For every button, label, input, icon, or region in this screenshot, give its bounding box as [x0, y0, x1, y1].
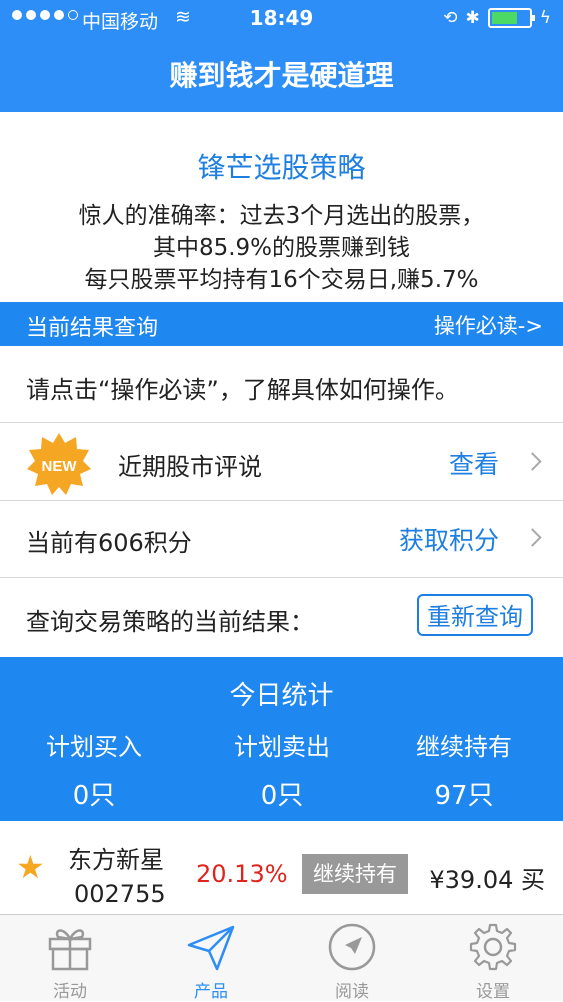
plan-sell-value: 0只 [260, 781, 304, 811]
query-bar-title: 当前结果查询 [26, 316, 159, 341]
profit-ratio-line: 其中85.9%的股票赚到钱 [152, 235, 411, 261]
navigation-bar: 赚到钱才是硬道理 [0, 36, 563, 112]
points-balance: 当前有606积分 [26, 529, 192, 557]
stats-title: 今日统计 [229, 681, 334, 711]
star-icon[interactable]: ★ [16, 848, 45, 886]
stock-price: ¥39.04 买 [429, 866, 545, 894]
strategy-query-label: 查询交易策略的当前结果： [26, 608, 314, 636]
market-comment-label: 近期股市评说 [118, 453, 262, 481]
average-hold-line: 每只股票平均持有16个交易日,赚5.7% [84, 267, 479, 293]
new-badge-icon: NEW [27, 433, 91, 495]
stock-row[interactable]: ★ 东方新星 002755 20.13% 继续持有 ¥39.04 买 [0, 822, 563, 915]
strategy-query-row: 查询交易策略的当前结果： 重新查询 [0, 578, 563, 657]
query-bar: 当前结果查询 操作必读-> [0, 302, 563, 346]
tab-settings[interactable]: 设置 [423, 915, 563, 1002]
points-row[interactable]: 当前有606积分 获取积分 [0, 501, 563, 578]
page-title: 赚到钱才是硬道理 [169, 59, 394, 92]
stock-code: 002755 [74, 880, 166, 908]
today-stats: 今日统计 计划买入 计划卖出 继续持有 0只 0只 97只 [0, 657, 563, 821]
view-comment-link[interactable]: 查看 [449, 445, 499, 481]
gift-icon [48, 929, 92, 971]
strategy-heading: 锋芒选股策略 [197, 151, 366, 184]
battery-icon [487, 8, 535, 28]
stock-status-badge: 继续持有 [302, 854, 408, 894]
orientation-lock-icon: ⟲ [443, 8, 458, 28]
tab-reading-label: 阅读 [335, 982, 369, 1002]
new-badge-text: NEW [42, 458, 78, 475]
requery-button[interactable]: 重新查询 [417, 594, 533, 636]
chevron-right-icon [523, 528, 542, 547]
paper-plane-icon [187, 925, 235, 971]
accuracy-line: 惊人的准确率：过去3个月选出的股票， [78, 203, 485, 229]
tab-activity-label: 活动 [53, 982, 87, 1002]
stock-change: 20.13% [196, 860, 288, 888]
gear-icon [469, 923, 517, 971]
bluetooth-icon: ✱ [465, 8, 480, 28]
stock-name: 东方新星 [68, 846, 164, 874]
plan-sell-label: 计划卖出 [234, 733, 330, 761]
instruction-row: 请点击“操作必读”，了解具体如何操作。 [0, 346, 563, 423]
strategy-intro: 锋芒选股策略 惊人的准确率：过去3个月选出的股票， 其中85.9%的股票赚到钱 … [0, 112, 563, 302]
instruction-text: 请点击“操作必读”，了解具体如何操作。 [26, 376, 459, 404]
plan-buy-label: 计划买入 [46, 733, 142, 761]
plan-buy-value: 0只 [72, 781, 116, 811]
continue-hold-label: 继续持有 [416, 733, 512, 761]
continue-hold-value: 97只 [434, 781, 494, 811]
market-comment-row[interactable]: NEW 近期股市评说 查看 [0, 423, 563, 501]
tab-activity[interactable]: 活动 [0, 915, 140, 1002]
chevron-right-icon [523, 452, 542, 471]
tab-reading[interactable]: 阅读 [282, 915, 422, 1002]
status-bar: 中国移动 ≋ 18:49 ⟲ ✱ ϟ [0, 0, 563, 36]
get-points-link[interactable]: 获取积分 [399, 521, 499, 557]
compass-icon [328, 923, 376, 971]
tab-products-label: 产品 [194, 982, 228, 1002]
charging-icon: ϟ [539, 8, 551, 28]
tab-settings-label: 设置 [476, 982, 510, 1002]
tab-bar: 活动 产品 阅读 设置 [0, 914, 563, 1002]
operation-guide-link[interactable]: 操作必读-> [434, 310, 543, 340]
tab-products[interactable]: 产品 [141, 915, 281, 1002]
